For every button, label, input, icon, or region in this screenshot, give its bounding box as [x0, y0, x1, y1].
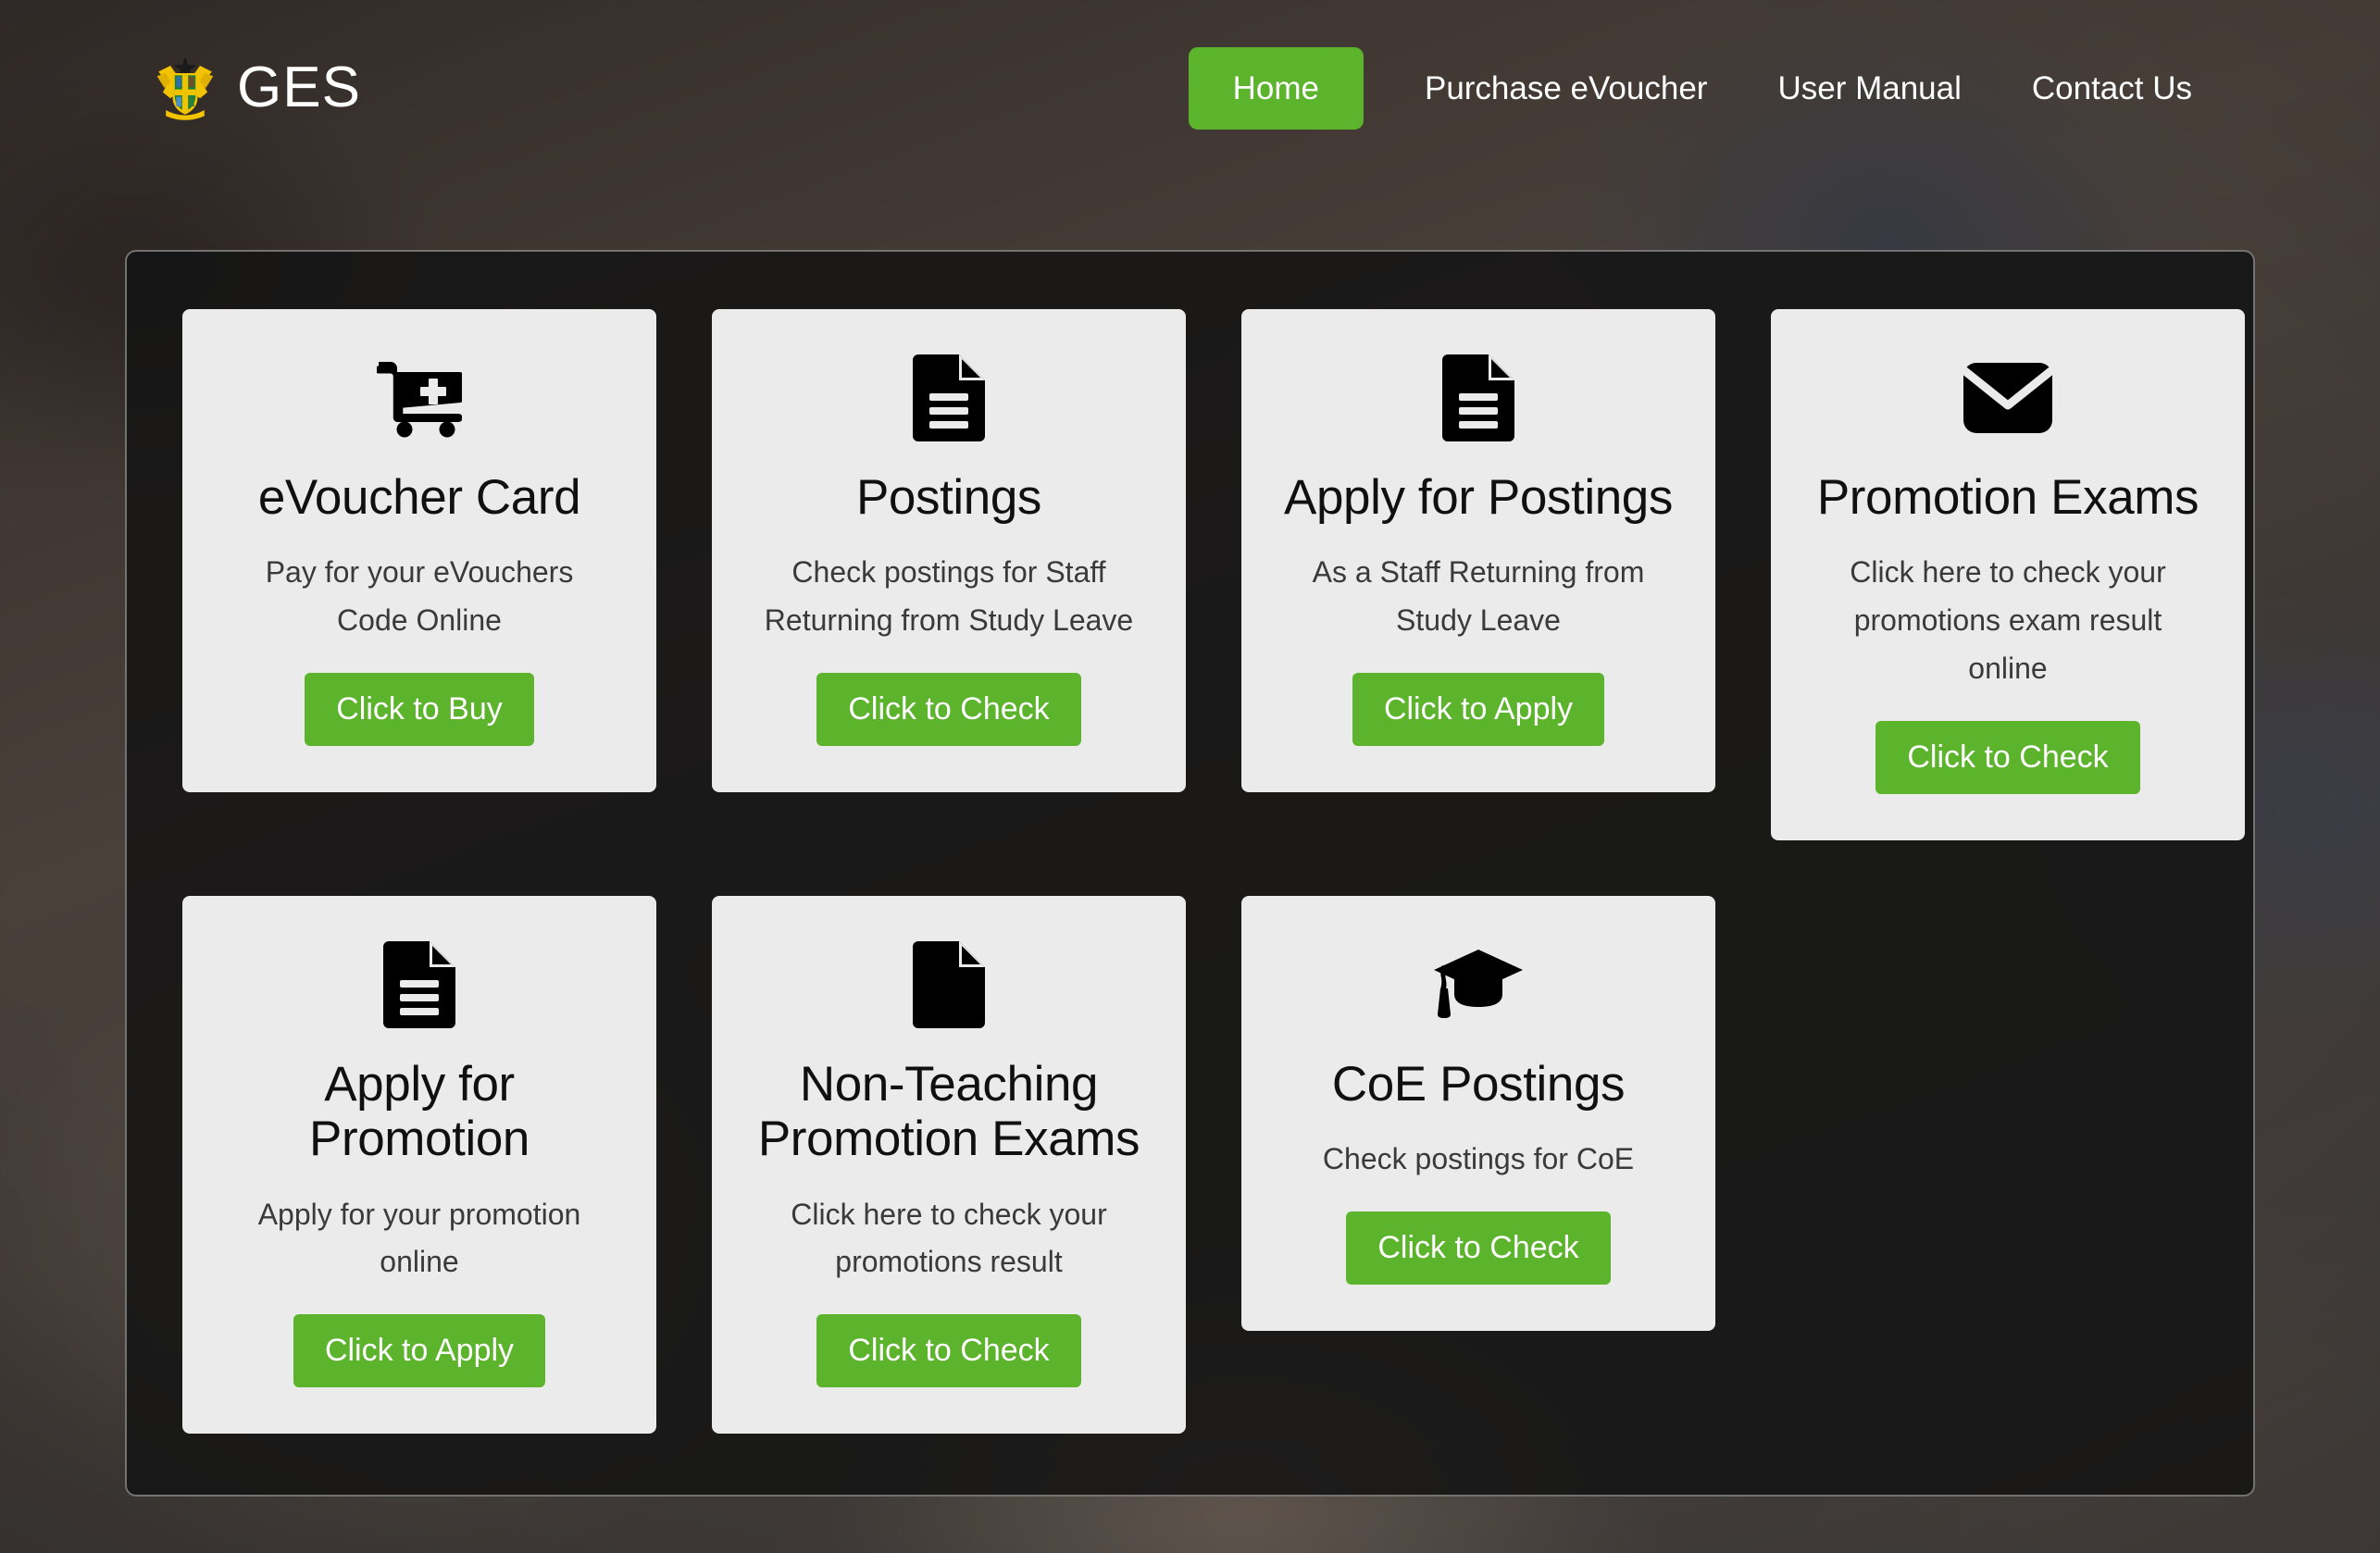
card-description: Apply for your promotion online [257, 1197, 581, 1279]
card-evoucher-card[interactable]: eVoucher Card Pay for your eVouchers Cod… [182, 309, 656, 793]
site-header: GES Home Purchase eVoucher User Manual C… [0, 0, 2380, 176]
cart-plus-icon [377, 352, 462, 444]
click-to-apply-button[interactable]: Click to Apply [293, 1314, 546, 1388]
services-panel: eVoucher Card Pay for your eVouchers Cod… [125, 250, 2255, 1497]
click-to-check-button[interactable]: Click to Check [1875, 720, 2140, 794]
card-description: Click here to check your promotions resu… [791, 1197, 1107, 1279]
card-title: Apply for Postings [1284, 470, 1673, 525]
main-navigation: Home Purchase eVoucher User Manual Conta… [1188, 46, 2227, 130]
card-apply-for-promotion[interactable]: Apply for Promotion Apply for your promo… [182, 895, 656, 1435]
brand-logo[interactable]: GES [148, 43, 361, 132]
click-to-apply-button[interactable]: Click to Apply [1352, 673, 1605, 747]
card-description: Click here to check your promotions exam… [1850, 555, 2166, 686]
envelope-icon [1963, 352, 2052, 444]
nav-item-contact-us[interactable]: Contact Us [1997, 72, 2227, 105]
card-promotion-exams[interactable]: Promotion Exams Click here to check your… [1771, 309, 2245, 840]
click-to-check-button[interactable]: Click to Check [816, 673, 1081, 747]
card-title: eVoucher Card [257, 470, 581, 525]
card-placeholder-empty [1771, 896, 2245, 985]
card-description: Check postings for CoE [1322, 1142, 1635, 1176]
card-coe-postings[interactable]: CoE Postings Check postings for CoE Clic… [1241, 895, 1715, 1332]
nav-item-purchase-evoucher[interactable]: Purchase eVoucher [1389, 72, 1742, 105]
ghana-coat-of-arms-icon [156, 56, 214, 120]
brand-name: GES [237, 56, 361, 119]
card-row: eVoucher Card Pay for your eVouchers Cod… [182, 309, 2245, 840]
click-to-buy-button[interactable]: Click to Buy [305, 673, 534, 747]
click-to-check-button[interactable]: Click to Check [1346, 1211, 1611, 1286]
nav-item-home[interactable]: Home [1188, 46, 1364, 130]
card-description: Check postings for Staff Returning from … [764, 555, 1134, 638]
card-description: As a Staff Returning from Study Leave [1312, 555, 1645, 638]
card-non-teaching-promotion-exams[interactable]: Non-Teaching Promotion Exams Click here … [712, 895, 1186, 1435]
card-title: Non-Teaching Promotion Exams [757, 1056, 1140, 1167]
nav-item-user-manual[interactable]: User Manual [1742, 72, 1996, 105]
card-description: Pay for your eVouchers Code Online [265, 555, 574, 638]
document-lines-icon [1442, 352, 1514, 444]
card-title: CoE Postings [1331, 1056, 1626, 1112]
graduation-cap-icon [1432, 938, 1525, 1031]
card-row: Apply for Promotion Apply for your promo… [182, 895, 2198, 1435]
document-lines-icon [913, 352, 985, 444]
click-to-check-button[interactable]: Click to Check [816, 1314, 1081, 1388]
card-title: Apply for Promotion [309, 1056, 530, 1167]
card-title: Promotion Exams [1816, 470, 2199, 525]
card-postings[interactable]: Postings Check postings for Staff Return… [712, 309, 1186, 793]
card-apply-for-postings[interactable]: Apply for Postings As a Staff Returning … [1241, 309, 1715, 793]
document-blank-icon [913, 938, 985, 1031]
document-lines-icon [383, 938, 455, 1031]
card-title: Postings [855, 470, 1042, 525]
